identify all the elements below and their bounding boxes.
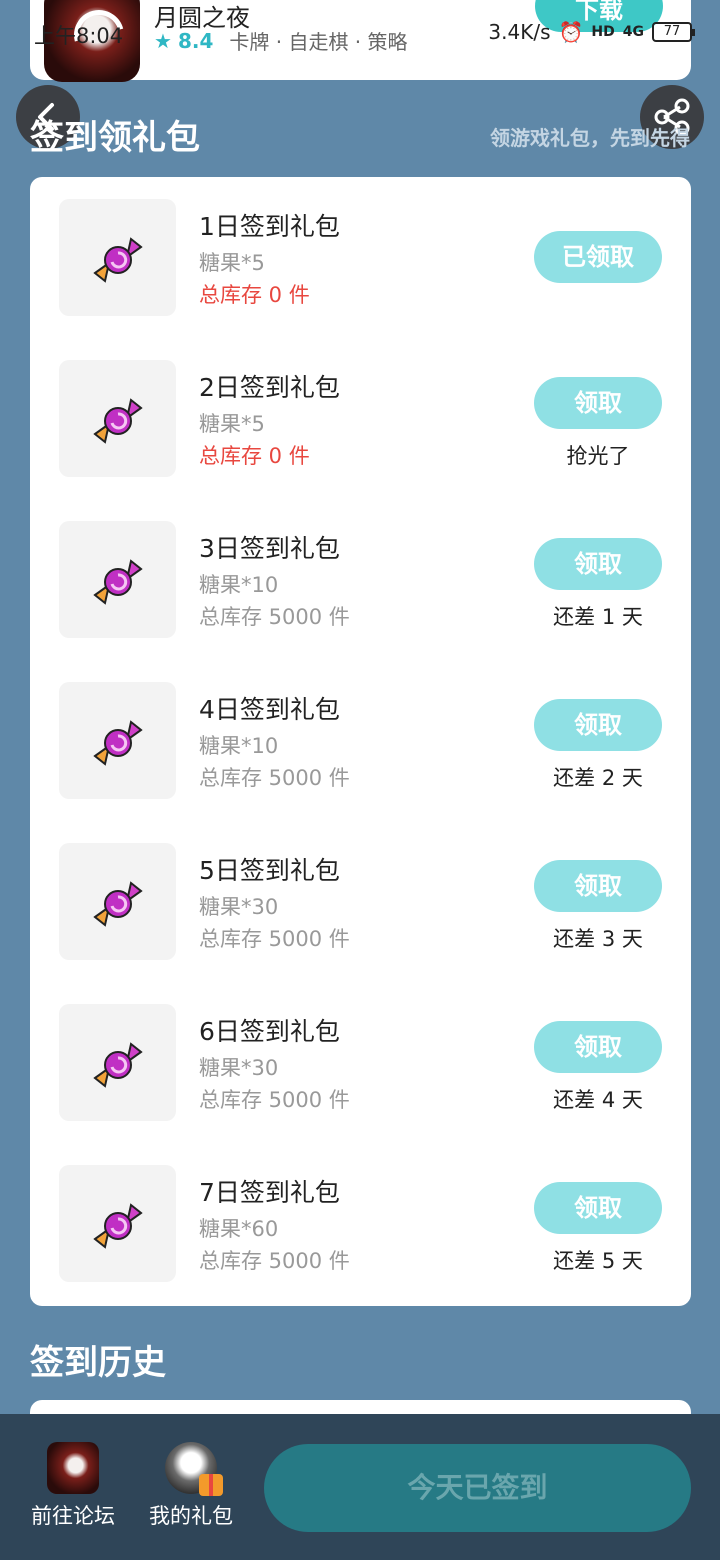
gift-content: 糖果*5 [199,251,265,275]
status-time: 上午8:04 [34,24,124,48]
gift-list: 1日签到礼包 糖果*5 总库存 0 件 已领取 2日签到礼包 糖果*5 总库存 … [30,177,691,1306]
gift-title: 4日签到礼包 [199,695,340,724]
gift-thumb [59,1165,176,1282]
gift-thumb [59,199,176,316]
candy-icon [93,881,143,927]
forum-link[interactable]: 前往论坛 [23,1442,123,1530]
my-gift-label: 我的礼包 [149,1504,233,1528]
gift-row: 2日签到礼包 糖果*5 总库存 0 件 领取 抢光了 [30,338,691,477]
gift-row: 5日签到礼包 糖果*30 总库存 5000 件 领取 还差 3 天 [30,821,691,960]
avatar [165,1442,223,1496]
gift-row: 7日签到礼包 糖果*60 总库存 5000 件 领取 还差 5 天 [30,1143,691,1282]
game-meta: ★ 8.4 卡牌 · 自走棋 · 策略 [154,26,408,55]
gift-title: 2日签到礼包 [199,373,340,402]
gift-content: 糖果*60 [199,1217,279,1241]
claimed-button[interactable]: 已领取 [534,231,662,283]
gift-row: 6日签到礼包 糖果*30 总库存 5000 件 领取 还差 4 天 [30,982,691,1121]
gift-content: 糖果*30 [199,895,279,919]
gift-content: 糖果*5 [199,412,265,436]
claim-button[interactable]: 领取 [534,699,662,751]
signin-title: 签到领礼包 [30,118,200,158]
alarm-icon: ⏰ [558,20,584,44]
gift-title: 1日签到礼包 [199,212,340,241]
gift-status: 还差 5 天 [553,1249,643,1273]
status-icons: 3.4K/s ⏰ HD 4G 77 [488,20,695,44]
candy-icon [93,398,143,444]
gift-stock: 总库存 0 件 [199,283,310,307]
gift-row: 1日签到礼包 糖果*5 总库存 0 件 已领取 [30,177,691,316]
candy-icon [93,720,143,766]
gift-content: 糖果*10 [199,734,279,758]
candy-icon [93,1042,143,1088]
candy-icon [93,237,143,283]
gift-thumb [59,843,176,960]
gift-stock: 总库存 5000 件 [199,605,350,629]
gift-title: 7日签到礼包 [199,1178,340,1207]
gift-status: 还差 3 天 [553,927,643,951]
gift-thumb [59,360,176,477]
gift-thumb [59,1004,176,1121]
game-score: 8.4 [177,28,214,53]
gift-content: 糖果*30 [199,1056,279,1080]
gift-status: 还差 1 天 [553,605,643,629]
gift-row: 4日签到礼包 糖果*10 总库存 5000 件 领取 还差 2 天 [30,660,691,799]
hd-icon: HD [591,24,615,40]
signed-in-button[interactable]: 今天已签到 [264,1444,691,1532]
gift-box-icon [199,1474,223,1496]
gift-stock: 总库存 5000 件 [199,766,350,790]
gift-stock: 总库存 5000 件 [199,1088,350,1112]
gift-status: 还差 2 天 [553,766,643,790]
claim-button[interactable]: 领取 [534,1182,662,1234]
forum-icon [47,1442,99,1494]
forum-label: 前往论坛 [31,1504,115,1528]
gift-stock: 总库存 5000 件 [199,1249,350,1273]
gift-status: 还差 4 天 [553,1088,643,1112]
gift-thumb [59,521,176,638]
gift-title: 5日签到礼包 [199,856,340,885]
game-tags: 卡牌 · 自走棋 · 策略 [229,30,408,54]
gift-title: 6日签到礼包 [199,1017,340,1046]
gift-row: 3日签到礼包 糖果*10 总库存 5000 件 领取 还差 1 天 [30,499,691,638]
signal-icon: 4G [622,24,644,40]
my-gift-link[interactable]: 我的礼包 [141,1442,241,1530]
claim-button[interactable]: 领取 [534,538,662,590]
network-speed: 3.4K/s [488,20,551,44]
gift-stock: 总库存 5000 件 [199,927,350,951]
candy-icon [93,1203,143,1249]
candy-icon [93,559,143,605]
gift-status: 抢光了 [566,444,630,468]
gift-thumb [59,682,176,799]
star-icon: ★ [154,28,172,53]
battery-icon: 77 [652,22,695,42]
history-title: 签到历史 [30,1343,166,1383]
claim-button[interactable]: 领取 [534,860,662,912]
bottom-bar: 前往论坛 我的礼包 今天已签到 [0,1414,720,1560]
signin-hint: 领游戏礼包，先到先得 [490,126,690,150]
gift-content: 糖果*10 [199,573,279,597]
claim-button[interactable]: 领取 [534,1021,662,1073]
gift-stock: 总库存 0 件 [199,444,310,468]
claim-button[interactable]: 领取 [534,377,662,429]
gift-title: 3日签到礼包 [199,534,340,563]
